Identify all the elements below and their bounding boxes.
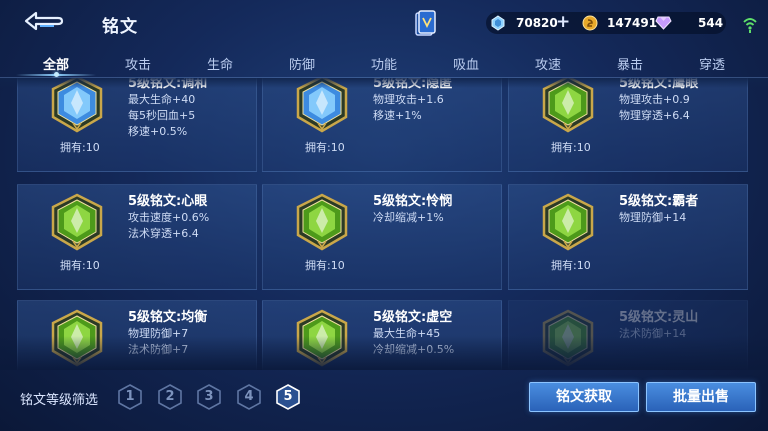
inscription-name: 5级铭文:灵山 — [619, 310, 699, 325]
inscription-stats: 法术防御+14 — [619, 326, 686, 342]
diamond-currency-icon — [491, 15, 505, 31]
page-title: 铭文 — [102, 17, 138, 37]
inscription-emblem-icon — [50, 309, 104, 367]
tab-crit[interactable]: 暴击 — [600, 54, 660, 73]
category-tabs: 全部 攻击 生命 防御 功能 吸血 攻速 暴击 穿透 — [0, 50, 768, 76]
stat-line: 物理攻击+1.6 — [373, 93, 444, 106]
diamond-amount: 70820 — [516, 16, 558, 30]
wifi-signal-icon — [743, 18, 757, 33]
batch-sell-button[interactable]: 批量出售 — [646, 382, 756, 412]
tab-all[interactable]: 全部 — [26, 54, 86, 73]
inscription-stats: 冷却缩减+1% — [373, 210, 444, 226]
owned-count: 拥有:10 — [60, 141, 100, 154]
stat-line: 冷却缩减+0.5% — [373, 343, 455, 356]
stat-line: 物理穿透+6.4 — [619, 109, 690, 122]
level-number: 4 — [244, 389, 254, 404]
stat-line: 最大生命+45 — [373, 327, 441, 340]
inscription-stats: 最大生命+40 每5秒回血+5 移速+0.5% — [128, 92, 195, 140]
level-number: 5 — [283, 389, 293, 404]
inscription-stats: 物理防御+7 法术防御+7 — [128, 326, 188, 358]
inscription-emblem-icon — [541, 78, 595, 133]
purple-gem-icon — [655, 16, 672, 30]
inscription-book-icon[interactable] — [414, 10, 436, 38]
inscription-card[interactable]: 5级铭文:霸者 物理防御+14 拥有:10 — [508, 184, 748, 290]
inscription-name: 5级铭文:均衡 — [128, 310, 208, 325]
owned-count: 拥有:10 — [60, 259, 100, 272]
tab-health[interactable]: 生命 — [190, 54, 250, 73]
inscription-emblem-icon — [50, 78, 104, 133]
stat-line: 物理攻击+0.9 — [619, 93, 690, 106]
back-arrow-icon[interactable] — [24, 10, 64, 32]
inscription-stats: 物理攻击+1.6 移速+1% — [373, 92, 444, 124]
inscription-name: 5级铭文:怜悯 — [373, 194, 453, 209]
owned-count: 拥有:10 — [551, 259, 591, 272]
inscription-card[interactable]: 5级铭文:怜悯 冷却缩减+1% 拥有:10 — [262, 184, 502, 290]
gem-amount: 544 — [698, 16, 724, 30]
inscription-emblem-icon — [50, 193, 104, 251]
inscription-name: 5级铭文:鹰眼 — [619, 78, 699, 91]
top-bar: 铭文 70820 + 147491 544 — [0, 0, 768, 46]
inscription-emblem-icon — [295, 309, 349, 367]
inscription-name: 5级铭文:霸者 — [619, 194, 699, 209]
inscription-grid: 5级铭文:调和 最大生命+40 每5秒回血+5 移速+0.5% 拥有:10 5级铭文:隐… — [0, 78, 768, 370]
level-filter-label: 铭文等级筛选 — [20, 393, 99, 408]
stat-line: 物理防御+7 — [128, 327, 189, 340]
tab-lifesteal[interactable]: 吸血 — [436, 54, 496, 73]
get-inscription-button[interactable]: 铭文获取 — [529, 382, 639, 412]
stat-line: 每5秒回血+5 — [128, 109, 196, 122]
stat-line: 最大生命+40 — [128, 93, 196, 106]
level-number: 2 — [165, 389, 175, 404]
stat-line: 攻击速度+0.6% — [128, 211, 210, 224]
inscription-emblem-icon — [295, 193, 349, 251]
inscription-name: 5级铭文:调和 — [128, 78, 208, 91]
inscription-card[interactable]: 5级铭文:隐匿 物理攻击+1.6 移速+1% 拥有:10 — [262, 78, 502, 172]
tab-attack-speed[interactable]: 攻速 — [518, 54, 578, 73]
owned-count: 拥有:10 — [305, 259, 345, 272]
level-number: 3 — [204, 389, 214, 404]
inscription-emblem-icon — [295, 78, 349, 133]
owned-count: 拥有:10 — [305, 141, 345, 154]
stat-line: 移速+1% — [373, 109, 422, 122]
inscription-name: 5级铭文:心眼 — [128, 194, 208, 209]
inscription-card[interactable]: 5级铭文:调和 最大生命+40 每5秒回血+5 移速+0.5% 拥有:10 — [17, 78, 257, 172]
level-filter-button[interactable]: 2 — [157, 384, 183, 410]
inscription-card[interactable]: 5级铭文:鹰眼 物理攻击+0.9 物理穿透+6.4 拥有:10 — [508, 78, 748, 172]
owned-count: 拥有:10 — [551, 141, 591, 154]
inscription-card[interactable]: 5级铭文:心眼 攻击速度+0.6% 法术穿透+6.4 拥有:10 — [17, 184, 257, 290]
stat-line: 移速+0.5% — [128, 125, 188, 138]
stat-line: 法术防御+7 — [128, 343, 189, 356]
tab-attack[interactable]: 攻击 — [108, 54, 168, 73]
inscription-stats: 攻击速度+0.6% 法术穿透+6.4 — [128, 210, 209, 242]
stat-line: 法术穿透+6.4 — [128, 227, 199, 240]
tab-function[interactable]: 功能 — [354, 54, 414, 73]
level-filter-button[interactable]: 3 — [196, 384, 222, 410]
inscription-emblem-icon — [541, 193, 595, 251]
inscription-stats: 物理攻击+0.9 物理穿透+6.4 — [619, 92, 690, 124]
level-filter-button[interactable]: 5 — [275, 384, 301, 410]
stat-line: 物理防御+14 — [619, 211, 687, 224]
coin-amount: 147491 — [607, 16, 658, 30]
inscription-emblem-icon — [541, 309, 595, 367]
tab-defense[interactable]: 防御 — [272, 54, 332, 73]
stat-line: 冷却缩减+1% — [373, 211, 444, 224]
inscription-card[interactable]: 5级铭文:虚空 最大生命+45 冷却缩减+0.5% — [262, 300, 502, 370]
add-currency-button[interactable]: + — [556, 12, 570, 32]
inscription-card[interactable]: 5级铭文:灵山 法术防御+14 — [508, 300, 748, 370]
tab-penetration[interactable]: 穿透 — [682, 54, 742, 73]
inscription-stats: 最大生命+45 冷却缩减+0.5% — [373, 326, 454, 358]
stat-line: 法术防御+14 — [619, 327, 687, 340]
inscription-name: 5级铭文:隐匿 — [373, 78, 453, 91]
level-filter-button[interactable]: 4 — [236, 384, 262, 410]
inscription-name: 5级铭文:虚空 — [373, 310, 453, 325]
level-number: 1 — [125, 389, 135, 404]
level-filter-button[interactable]: 1 — [117, 384, 143, 410]
gold-coin-icon — [582, 15, 598, 31]
inscription-stats: 物理防御+14 — [619, 210, 686, 226]
inscription-card[interactable]: 5级铭文:均衡 物理防御+7 法术防御+7 — [17, 300, 257, 370]
